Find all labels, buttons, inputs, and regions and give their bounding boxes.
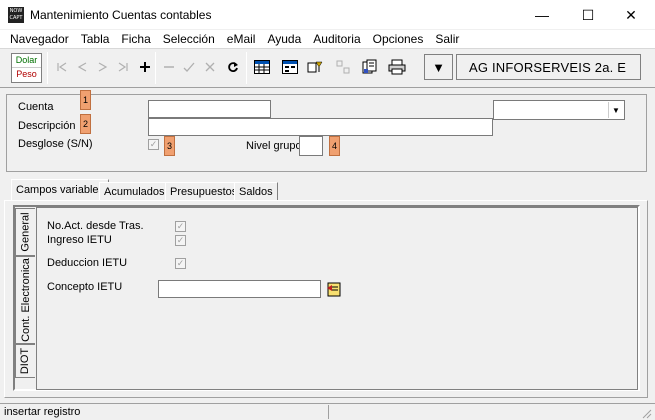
tab-saldos[interactable]: Saldos	[234, 182, 278, 201]
vtab-cont-electronica[interactable]: Cont. Electronica	[15, 256, 35, 344]
minimize-button[interactable]: —	[519, 0, 565, 30]
copy-document-icon[interactable]	[360, 57, 380, 77]
desglose-label: Desglose (S/N)	[18, 138, 93, 150]
nivel-grupo-input[interactable]	[299, 136, 323, 156]
concepto-ietu-label: Concepto IETU	[47, 281, 123, 293]
noact-checkbox[interactable]: ✓	[175, 221, 186, 232]
move-disabled-icon[interactable]	[333, 57, 353, 77]
badge-2: 2	[80, 114, 91, 134]
deduccion-ietu-checkbox[interactable]: ✓	[175, 258, 186, 269]
currency-toggle[interactable]: Dolar Peso	[11, 53, 42, 83]
filter-icon[interactable]	[305, 57, 325, 77]
next-record-icon[interactable]	[93, 57, 113, 77]
menu-ficha[interactable]: Ficha	[115, 30, 156, 48]
vtab-general-label: General	[19, 212, 32, 252]
maximize-button[interactable]: ☐	[565, 0, 611, 30]
badge-4: 4	[329, 136, 340, 156]
window-title: Mantenimiento Cuentas contables	[30, 8, 212, 22]
chevron-down-icon: ▼	[432, 59, 445, 75]
app-icon: NOW CAPT	[8, 7, 24, 23]
menu-tabla[interactable]: Tabla	[75, 30, 116, 48]
insert-record-icon[interactable]	[135, 57, 155, 77]
status-divider	[328, 405, 329, 419]
desglose-checkbox[interactable]: ✓	[148, 139, 159, 150]
menu-opciones[interactable]: Opciones	[367, 30, 430, 48]
toolbar-separator	[246, 52, 247, 84]
menu-email[interactable]: eMail	[221, 30, 262, 48]
menu-navegador[interactable]: Navegador	[4, 30, 75, 48]
delete-record-icon[interactable]	[159, 57, 179, 77]
vtab-general[interactable]: General	[15, 208, 35, 256]
company-dropdown-button[interactable]: ▼	[424, 54, 453, 80]
nivel-grupo-label: Nivel grupo	[246, 140, 302, 152]
menu-salir[interactable]: Salir	[429, 30, 465, 48]
noact-label: No.Act. desde Tras.	[47, 220, 144, 232]
cuenta-select[interactable]: ▼	[493, 100, 625, 120]
currency-dolar[interactable]: Dolar	[12, 55, 41, 68]
refresh-icon[interactable]	[223, 57, 243, 77]
toolbar-separator	[155, 52, 156, 84]
last-record-icon[interactable]	[113, 57, 133, 77]
post-record-icon[interactable]	[179, 57, 199, 77]
descripcion-input[interactable]	[148, 118, 493, 136]
chevron-down-icon[interactable]: ▼	[608, 102, 623, 118]
close-button[interactable]: ✕	[608, 0, 654, 30]
vtab-diot-label: DIOT	[19, 347, 32, 375]
resize-grip-icon[interactable]	[640, 407, 652, 419]
descripcion-label: Descripción	[18, 120, 76, 132]
company-name: AG INFORSERVEIS 2a. E	[456, 54, 641, 80]
lookup-icon[interactable]	[325, 280, 343, 298]
deduccion-ietu-label: Deduccion IETU	[47, 257, 128, 269]
vtab-cont-electronica-label: Cont. Electronica	[19, 258, 32, 342]
currency-peso[interactable]: Peso	[12, 69, 41, 82]
form-view-icon[interactable]	[280, 57, 300, 77]
ingreso-ietu-checkbox[interactable]: ✓	[175, 235, 186, 246]
cuenta-input[interactable]	[148, 100, 271, 118]
ingreso-ietu-label: Ingreso IETU	[47, 234, 112, 246]
concepto-ietu-input[interactable]	[158, 280, 321, 298]
vtab-diot[interactable]: DIOT	[15, 344, 35, 378]
menu-ayuda[interactable]: Ayuda	[261, 30, 307, 48]
tab-campos-variables[interactable]: Campos variables	[11, 179, 110, 201]
print-icon[interactable]	[387, 57, 407, 77]
first-record-icon[interactable]	[52, 57, 72, 77]
tab-presupuestos[interactable]: Presupuestos	[165, 182, 243, 201]
badge-1: 1	[80, 90, 91, 110]
menu-auditoria[interactable]: Auditoria	[307, 30, 366, 48]
menu-bar: Navegador Tabla Ficha Selección eMail Ay…	[0, 30, 655, 48]
tab-acumulados[interactable]: Acumulados	[99, 182, 170, 201]
general-panel	[36, 207, 638, 390]
prev-record-icon[interactable]	[72, 57, 92, 77]
cancel-record-icon[interactable]	[200, 57, 220, 77]
toolbar-separator	[47, 52, 48, 84]
menu-seleccion[interactable]: Selección	[157, 30, 221, 48]
badge-3: 3	[164, 136, 175, 156]
cuenta-label: Cuenta	[18, 101, 54, 113]
grid-view-icon[interactable]	[252, 57, 272, 77]
status-text: insertar registro	[4, 406, 81, 418]
